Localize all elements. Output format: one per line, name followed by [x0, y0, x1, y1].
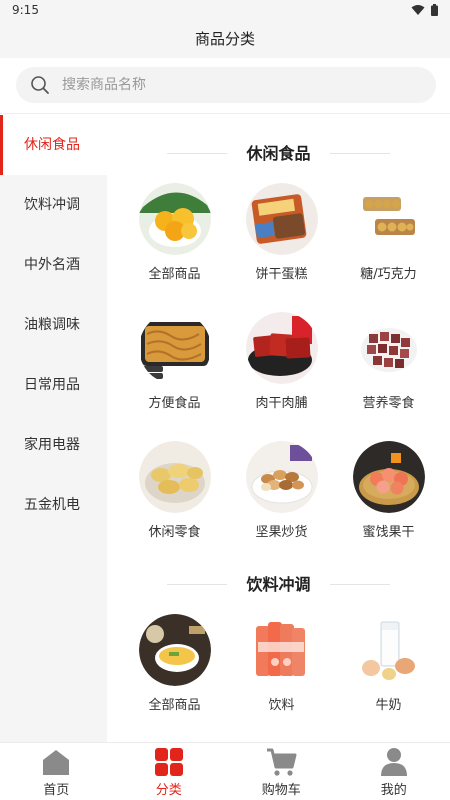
subcategory-label: 肉干肉脯: [255, 396, 308, 411]
tab-home[interactable]: 首页: [0, 743, 113, 800]
sidebar-item-label: 油粮调味: [24, 317, 80, 333]
sidebar-item-hardware[interactable]: 五金机电: [0, 475, 107, 535]
dried-fruit-image: [352, 441, 425, 513]
sidebar-item-label: 五金机电: [24, 497, 80, 513]
subcategory-candy-chocolate[interactable]: 糖/巧克力: [335, 183, 442, 282]
milk-glass-image: [352, 614, 425, 686]
search-box[interactable]: [16, 67, 436, 103]
sidebar-item-label: 中外名酒: [24, 257, 80, 273]
peach-image: [138, 183, 211, 255]
sidebar-item-snacks[interactable]: 休闲食品: [0, 115, 107, 175]
cart-icon: [267, 748, 297, 776]
status-bar: 9:15: [0, 0, 450, 22]
subcategory-grid: 全部商品 饮料 牛奶: [107, 614, 450, 713]
sidebar-item-appliances[interactable]: 家用电器: [0, 415, 107, 475]
subcategory-label: 糖/巧克力: [360, 267, 417, 282]
soup-bowl-image: [138, 614, 211, 686]
subcategory-drinks[interactable]: 饮料: [228, 614, 335, 713]
subcategory-nuts[interactable]: 坚果炒货: [228, 441, 335, 540]
tab-label: 我的: [380, 783, 407, 798]
page-title: 商品分类: [194, 30, 255, 48]
sidebar-item-label: 日常用品: [24, 377, 80, 393]
search-icon: [31, 76, 49, 94]
section-beverages: 饮料冲调 全部商品 饮料 牛奶: [107, 570, 450, 713]
tab-label: 首页: [43, 783, 70, 798]
jerky-image: [245, 312, 318, 384]
chocolate-box-image: [352, 183, 425, 255]
sidebar-item-daily-goods[interactable]: 日常用品: [0, 355, 107, 415]
subcategory-jerky[interactable]: 肉干肉脯: [228, 312, 335, 411]
tab-category[interactable]: 分类: [113, 743, 226, 800]
search-input[interactable]: [62, 67, 422, 103]
sidebar-item-beverages[interactable]: 饮料冲调: [0, 175, 107, 235]
subcategory-label: 全部商品: [148, 267, 201, 282]
section-title: 饮料冲调: [246, 575, 311, 594]
sidebar-item-label: 饮料冲调: [24, 197, 80, 213]
subcategory-label: 坚果炒货: [255, 525, 308, 540]
section-snacks: 休闲食品 全部商品 饼干蛋糕 糖/巧克力 方便食品 肉干肉脯 营养零食 休闲零食…: [107, 139, 450, 540]
battery-icon: [431, 4, 438, 16]
subcategory-label: 全部商品: [148, 698, 201, 713]
section-header: 休闲食品: [107, 139, 450, 169]
tab-profile[interactable]: 我的: [338, 743, 450, 800]
subcategory-label: 饮料: [268, 698, 295, 713]
category-sidebar: 休闲食品 饮料冲调 中外名酒 油粮调味 日常用品 家用电器 五金机电: [0, 115, 107, 742]
subcategory-label: 方便食品: [148, 396, 201, 411]
subcategory-all-beverages[interactable]: 全部商品: [121, 614, 228, 713]
section-title: 休闲食品: [246, 144, 311, 163]
sidebar-item-label: 家用电器: [24, 437, 80, 453]
category-icon: [154, 748, 183, 776]
subcategory-label: 饼干蛋糕: [255, 267, 308, 282]
subcategory-label: 休闲零食: [148, 525, 201, 540]
subcategory-label: 营养零食: [362, 396, 415, 411]
subcategory-dried-fruit[interactable]: 蜜饯果干: [335, 441, 442, 540]
bottom-tab-bar: 首页 分类 购物车 我的: [0, 742, 450, 800]
subcategory-label: 蜜饯果干: [362, 525, 415, 540]
wifi-icon: [411, 5, 425, 15]
noodles-image: [138, 312, 211, 384]
subcategory-biscuits-cakes[interactable]: 饼干蛋糕: [228, 183, 335, 282]
subcategory-casual-snacks[interactable]: 休闲零食: [121, 441, 228, 540]
subcategory-grid: 全部商品 饼干蛋糕 糖/巧克力 方便食品 肉干肉脯 营养零食 休闲零食 坚果炒货…: [107, 183, 450, 540]
title-bar: 商品分类: [0, 22, 450, 58]
biscuit-pack-image: [245, 183, 318, 255]
user-icon: [380, 748, 407, 776]
search-bar: [0, 58, 450, 114]
subcategory-all[interactable]: 全部商品: [121, 183, 228, 282]
sidebar-item-label: 休闲食品: [24, 137, 80, 153]
divider-line: [330, 153, 390, 154]
tab-cart[interactable]: 购物车: [225, 743, 338, 800]
nuts-image: [245, 441, 318, 513]
drink-cans-image: [245, 614, 318, 686]
sidebar-item-grain-oil[interactable]: 油粮调味: [0, 295, 107, 355]
status-time: 9:15: [12, 3, 39, 17]
subcategory-label: 牛奶: [375, 698, 402, 713]
dates-image: [352, 312, 425, 384]
subcategory-milk[interactable]: 牛奶: [335, 614, 442, 713]
sidebar-item-liquor[interactable]: 中外名酒: [0, 235, 107, 295]
home-icon: [43, 750, 70, 775]
subcategory-nutrition-snacks[interactable]: 营养零食: [335, 312, 442, 411]
section-header: 饮料冲调: [107, 570, 450, 600]
chips-image: [138, 441, 211, 513]
divider-line: [330, 584, 390, 585]
tab-label: 分类: [155, 783, 182, 798]
tab-label: 购物车: [261, 783, 301, 798]
subcategory-convenience-food[interactable]: 方便食品: [121, 312, 228, 411]
category-content: 休闲食品 全部商品 饼干蛋糕 糖/巧克力 方便食品 肉干肉脯 营养零食 休闲零食…: [107, 115, 450, 742]
status-icons: [411, 4, 438, 16]
